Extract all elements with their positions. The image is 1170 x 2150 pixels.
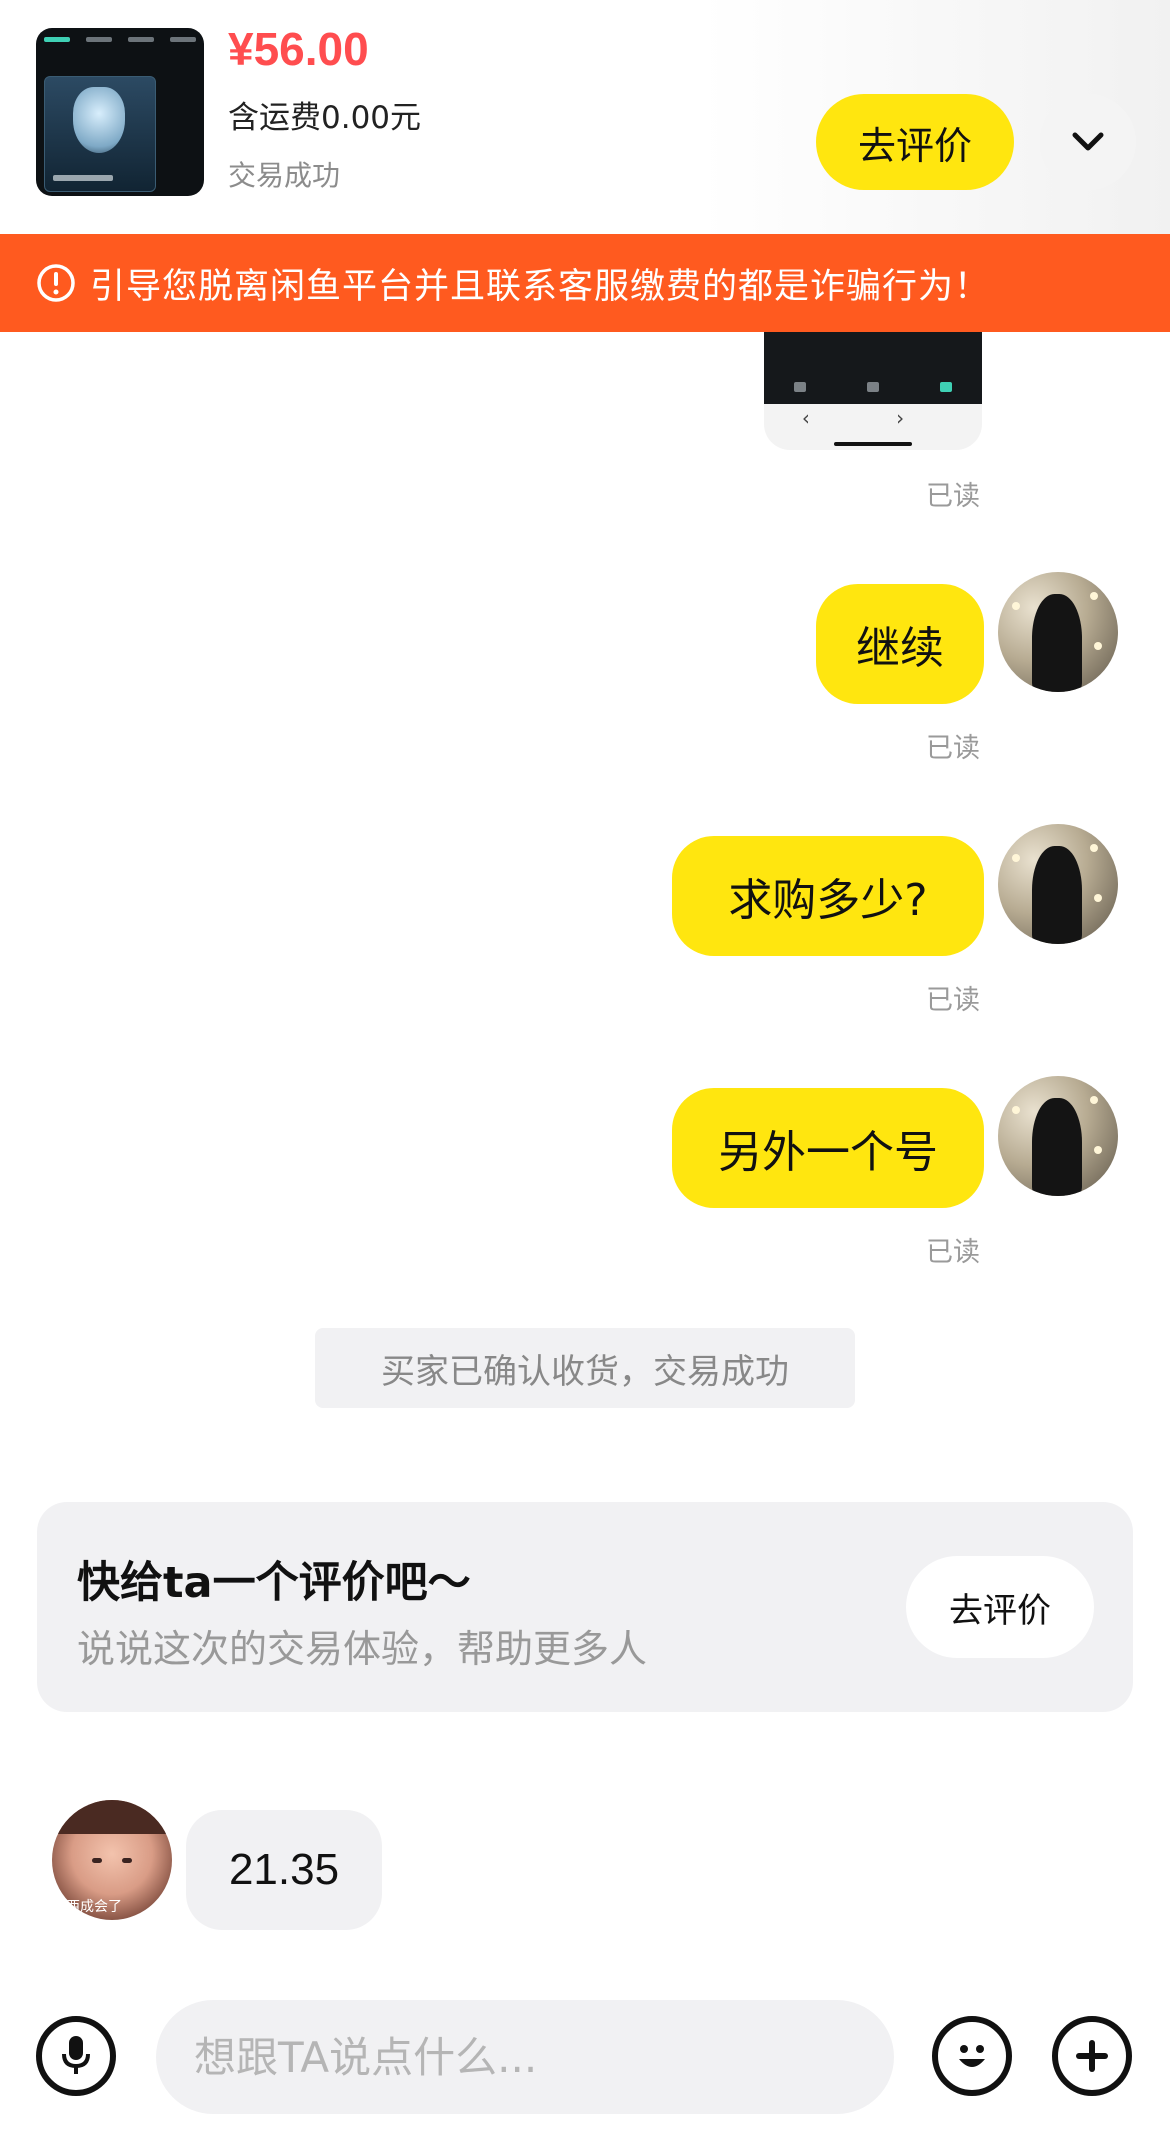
thumbnail-tabs [36, 28, 204, 50]
chevron-down-icon [1072, 132, 1104, 151]
shipping-info: 含运费0.00元 [228, 100, 422, 136]
system-notice: 买家已确认收货，交易成功 [315, 1328, 855, 1408]
read-status: 已读 [926, 481, 980, 512]
message-bubble[interactable]: 继续 [816, 584, 984, 704]
review-prompt-card: 快给ta一个评价吧～ 说说这次的交易体验，帮助更多人 去评价 [37, 1502, 1133, 1712]
product-header: ¥56.00 含运费0.00元 交易成功 去评价 [0, 0, 1170, 234]
trade-status: 交易成功 [228, 159, 341, 192]
message-bubble[interactable]: 求购多少? [672, 836, 984, 956]
emoji-button[interactable] [932, 2016, 1012, 2096]
read-status: 已读 [926, 733, 980, 764]
thumbnail-card [44, 76, 156, 192]
warning-icon [37, 264, 75, 302]
thumbnail-shield-image [73, 87, 125, 153]
review-card-button[interactable]: 去评价 [906, 1556, 1094, 1658]
seller-avatar[interactable]: 西成会了 [52, 1800, 172, 1920]
avatar-caption: 西成会了 [66, 1899, 122, 1915]
fraud-warning-banner: 引导您脱离闲鱼平台并且联系客服缴费的都是诈骗行为！ [0, 234, 1170, 332]
input-bar [0, 1980, 1170, 2150]
image-message-partial[interactable]: ‹ › [764, 332, 982, 450]
message-bubble[interactable]: 另外一个号 [672, 1088, 984, 1208]
user-avatar[interactable] [998, 572, 1118, 692]
voice-button[interactable] [36, 2016, 116, 2096]
message-input[interactable] [156, 2000, 894, 2114]
product-price: ¥56.00 [228, 23, 369, 75]
emoji-icon [959, 2045, 985, 2067]
read-status: 已读 [926, 1237, 980, 1268]
user-avatar[interactable] [998, 1076, 1118, 1196]
collapse-button[interactable] [1040, 94, 1136, 190]
product-thumbnail[interactable] [36, 28, 204, 196]
review-card-title: 快给ta一个评价吧～ [77, 1558, 471, 1608]
more-button[interactable] [1052, 2016, 1132, 2096]
plus-icon [1076, 2040, 1108, 2072]
read-status: 已读 [926, 985, 980, 1016]
microphone-icon [62, 2036, 90, 2074]
review-button[interactable]: 去评价 [816, 94, 1014, 190]
incoming-message-bubble[interactable]: 21.35 [186, 1810, 382, 1930]
review-card-subtitle: 说说这次的交易体验，帮助更多人 [77, 1627, 648, 1671]
warning-text: 引导您脱离闲鱼平台并且联系客服缴费的都是诈骗行为！ [90, 266, 991, 307]
user-avatar[interactable] [998, 824, 1118, 944]
